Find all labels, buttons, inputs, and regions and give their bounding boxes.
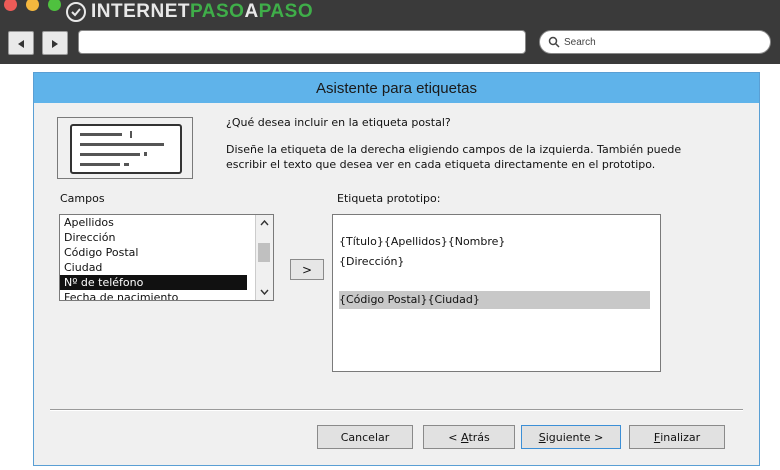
logo-text-prefix: INTERNET [91, 1, 190, 22]
fields-scrollbar[interactable] [255, 215, 273, 300]
label-card-icon [70, 124, 182, 174]
browser-search-box[interactable]: Search [539, 30, 771, 54]
label-preview-illustration [57, 117, 193, 179]
dialog-title: Asistente para etiquetas [34, 73, 759, 103]
scroll-down-icon[interactable] [256, 285, 273, 299]
next-button-rest: iguiente > [545, 430, 604, 444]
minimize-window-dot[interactable] [26, 0, 39, 11]
logo-text-suffix: PASO [258, 1, 314, 22]
next-button[interactable]: Siguiente > [521, 425, 621, 449]
logo-mark-icon [66, 2, 86, 22]
dialog-separator [50, 409, 743, 411]
forward-nav-button[interactable] [42, 31, 68, 55]
list-item[interactable]: Dirección [60, 230, 273, 245]
search-icon [548, 33, 560, 52]
back-button[interactable]: < Atrás [423, 425, 515, 449]
list-item[interactable]: Código Postal [60, 245, 273, 260]
prototype-line[interactable]: {Dirección} [339, 253, 404, 271]
cancel-button[interactable]: Cancelar [317, 425, 413, 449]
list-item[interactable]: Fecha de nacimiento [60, 290, 273, 300]
back-nav-button[interactable] [8, 31, 34, 55]
label-wizard-dialog: Asistente para etiquetas ¿Qué desea incl… [33, 72, 760, 466]
list-item[interactable]: Ciudad [60, 260, 273, 275]
close-window-dot[interactable] [4, 0, 17, 11]
list-item-selected[interactable]: Nº de teléfono [60, 275, 247, 290]
dialog-body: ¿Qué desea incluir en la etiqueta postal… [40, 103, 753, 461]
address-bar[interactable] [78, 30, 526, 54]
wizard-description: Diseñe la etiqueta de la derecha eligien… [226, 143, 682, 171]
browser-toolbar: INTERNET PASO A PASO Search [0, 0, 780, 64]
back-button-prefix: < [448, 430, 461, 444]
next-button-accel: S [538, 430, 546, 444]
scroll-up-icon[interactable] [256, 216, 273, 230]
prototype-label-editor[interactable]: {Título}{Apellidos}{Nombre} {Dirección} … [332, 214, 661, 372]
prototype-line-selected[interactable]: {Código Postal}{Ciudad} [339, 291, 650, 309]
logo-text-mid: A [244, 1, 259, 22]
add-field-button[interactable]: > [290, 259, 324, 280]
prototype-line[interactable]: {Título}{Apellidos}{Nombre} [339, 233, 505, 251]
prototype-label: Etiqueta prototipo: [337, 192, 441, 205]
back-button-rest: trás [468, 430, 490, 444]
fields-items: Apellidos Dirección Código Postal Ciudad Nº … [60, 215, 273, 300]
logo-text-highlight: PASO [190, 1, 245, 22]
fields-label: Campos disponibles: [60, 192, 126, 208]
available-fields-list[interactable]: Apellidos Dirección Código Postal Ciudad Nº … [59, 214, 274, 301]
site-logo: INTERNET PASO A PASO [66, 0, 313, 24]
scroll-thumb[interactable] [258, 243, 270, 262]
back-button-accel: A [460, 430, 469, 444]
forward-arrow-icon [50, 34, 60, 53]
search-placeholder: Search [564, 36, 596, 48]
back-arrow-icon [16, 34, 26, 53]
finish-button-rest: inalizar [660, 430, 701, 444]
wizard-question: ¿Qué desea incluir en la etiqueta postal… [226, 116, 451, 129]
list-item[interactable]: Apellidos [60, 215, 273, 230]
finish-button[interactable]: Finalizar [629, 425, 725, 449]
maximize-window-dot[interactable] [48, 0, 61, 11]
